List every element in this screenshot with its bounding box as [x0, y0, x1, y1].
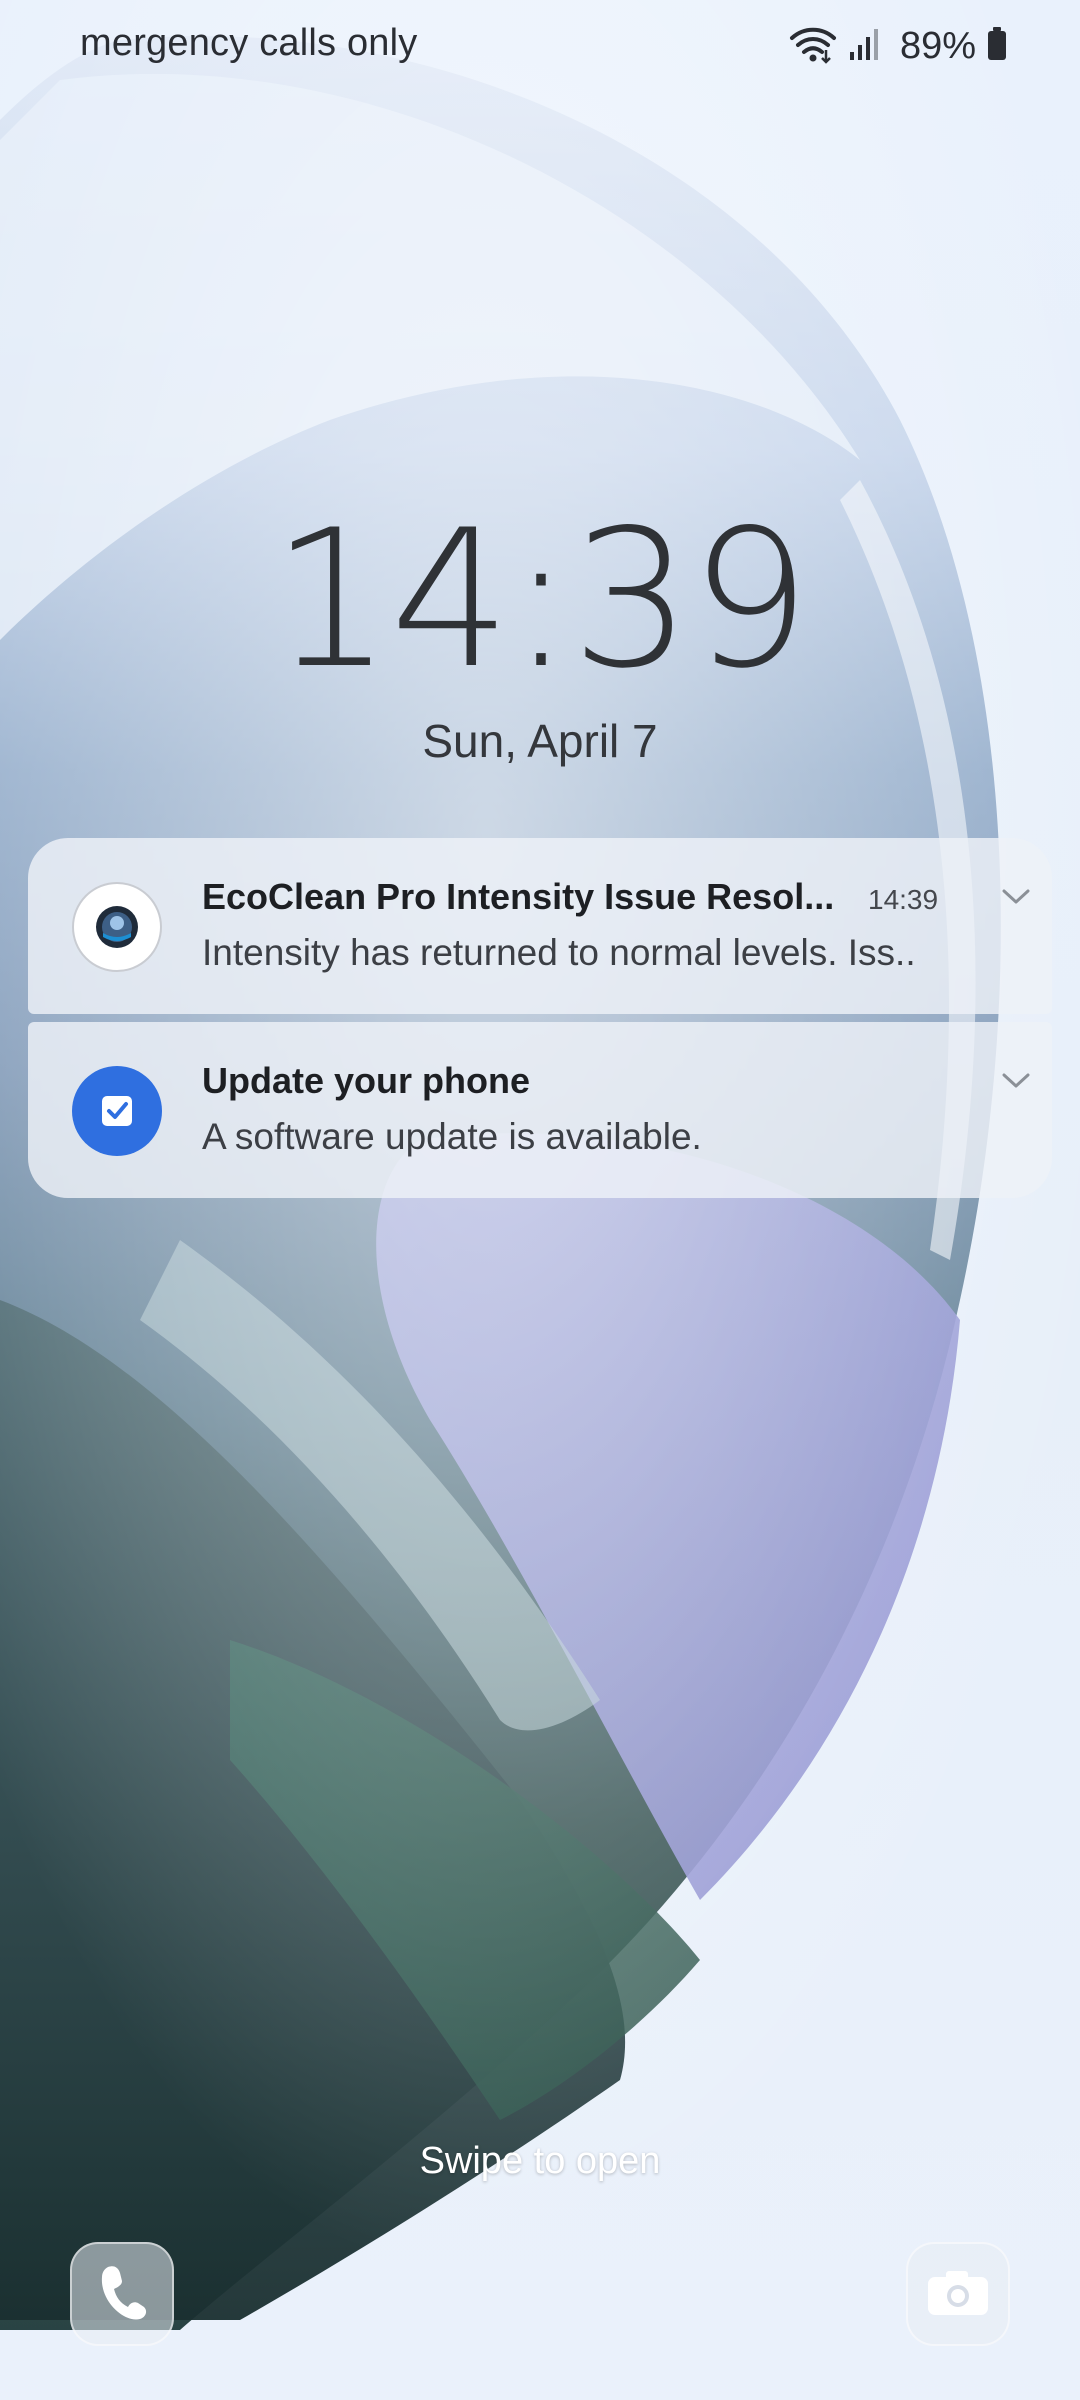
- software-update-icon: [72, 1066, 162, 1156]
- wifi-icon: [788, 24, 838, 69]
- phone-shortcut-button[interactable]: [70, 2242, 174, 2346]
- carrier-status-text: mergency calls only: [80, 22, 418, 64]
- battery-icon: [986, 26, 1008, 67]
- camera-shortcut-button[interactable]: [906, 2242, 1010, 2346]
- ecoclean-app-icon: [72, 882, 162, 972]
- wallpaper: [0, 0, 1080, 2400]
- notification-title: EcoClean Pro Intensity Issue Resol...: [202, 876, 835, 917]
- phone-icon: [94, 2261, 150, 2328]
- notification-body: A software update is available.: [202, 1116, 702, 1157]
- notification-time: 14:39: [868, 884, 939, 915]
- lock-screen-date: Sun, April 7: [422, 715, 658, 767]
- swipe-to-open-hint: Swipe to open: [419, 2140, 661, 2182]
- signal-icon: [848, 26, 882, 67]
- battery-percent: 89%: [899, 24, 976, 67]
- notification-title: Update your phone: [202, 1060, 531, 1101]
- notification-list: EcoClean Pro Intensity Issue Resol... 14…: [28, 838, 1052, 1198]
- notification-software-update[interactable]: Update your phone A software update is a…: [28, 1022, 1052, 1198]
- status-bar: mergency calls only 89%: [0, 0, 1080, 92]
- lock-screen-clock: 14:39: [271, 489, 811, 710]
- notification-body: Intensity has returned to normal levels.…: [202, 932, 916, 973]
- notification-ecoclean[interactable]: EcoClean Pro Intensity Issue Resol... 14…: [28, 838, 1052, 1014]
- status-icons: 89%: [788, 20, 1008, 72]
- chevron-down-icon[interactable]: [996, 1066, 1036, 1096]
- camera-icon: [926, 2267, 990, 2322]
- wallpaper-art: [0, 0, 1080, 2400]
- chevron-down-icon[interactable]: [996, 882, 1036, 912]
